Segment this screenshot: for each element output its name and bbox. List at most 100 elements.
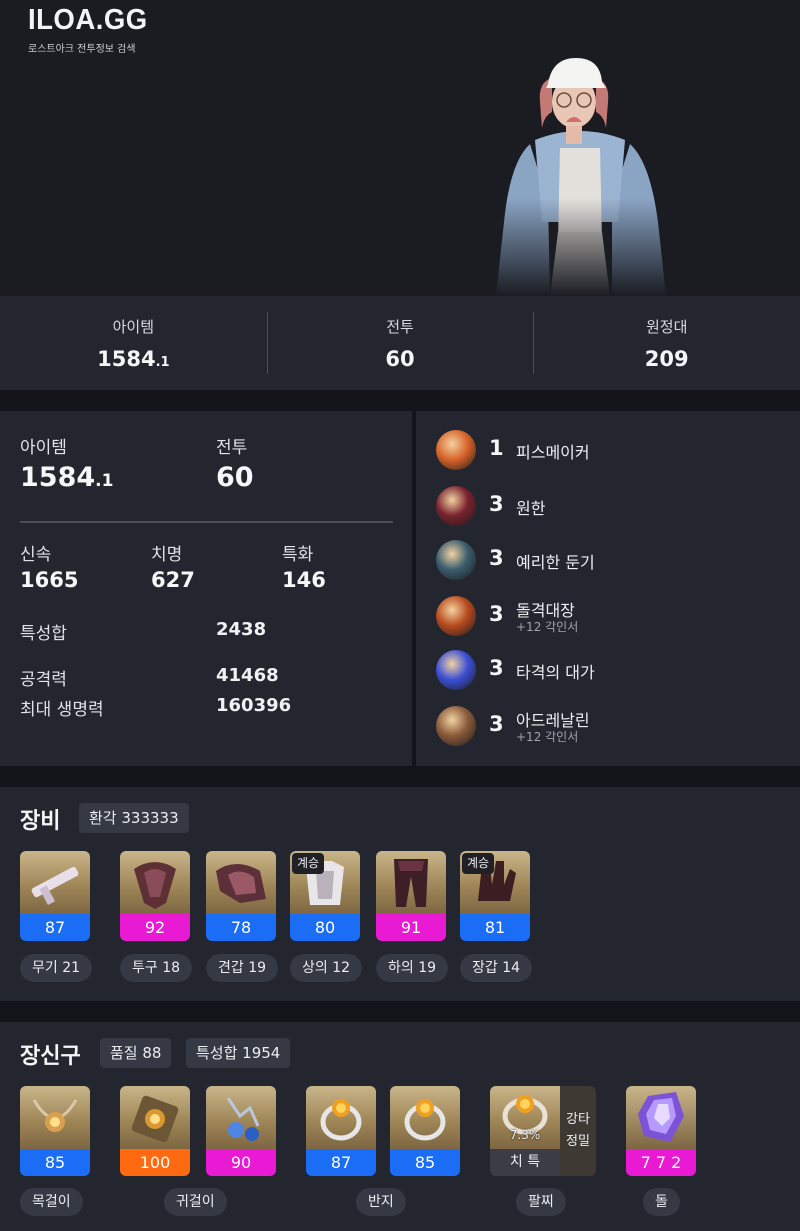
item-level-label: 아이템 bbox=[20, 438, 67, 458]
equipment-label: 무기 21 bbox=[20, 954, 93, 982]
summary-label: 전투 bbox=[386, 317, 414, 336]
bracelet-effect: 정밀 bbox=[566, 1134, 590, 1149]
accessory-card[interactable]: 85 bbox=[390, 1086, 460, 1176]
bracelet-percent: 7.3% bbox=[509, 1128, 541, 1142]
summary-item-level: 아이템 1584.1 bbox=[0, 296, 267, 390]
ring-label: 반지 bbox=[356, 1188, 406, 1216]
engraving-row[interactable]: 3 예리한 둔기 bbox=[436, 540, 776, 580]
site-logo[interactable]: ILOA.GG bbox=[28, 4, 148, 37]
site-tagline: 로스트아크 전투정보 검색 bbox=[28, 44, 136, 55]
swiftness-label: 신속 bbox=[20, 545, 52, 565]
engraving-row[interactable]: 1 피스메이커 bbox=[436, 430, 776, 470]
crit-value: 627 bbox=[151, 568, 195, 592]
engraving-name: 타격의 대가 bbox=[516, 663, 595, 682]
quality-bar: 85 bbox=[20, 1149, 90, 1176]
bracelet-effect: 강타 bbox=[566, 1112, 590, 1127]
equipment-card[interactable]: 92 bbox=[120, 851, 190, 941]
bracelet-card[interactable]: 7.3% 치 특 강타 정밀 bbox=[490, 1086, 596, 1176]
quality-bar: 85 bbox=[390, 1149, 460, 1176]
attack-power-value: 41468 bbox=[216, 665, 279, 686]
accessory-card[interactable]: 90 bbox=[206, 1086, 276, 1176]
grudge-icon bbox=[436, 486, 476, 526]
inherit-badge: 계승 bbox=[292, 853, 325, 874]
equipment-title: 장비 bbox=[20, 809, 61, 834]
engraving-row[interactable]: 3 아드레날린 +12 각인서 bbox=[436, 706, 776, 746]
stone-label: 돌 bbox=[643, 1188, 680, 1216]
quality-bar: 78 bbox=[206, 914, 276, 941]
engraving-level: 3 bbox=[489, 492, 504, 516]
engraving-book: +12 각인서 bbox=[516, 730, 579, 744]
transcend-chip: 환각 333333 bbox=[79, 803, 189, 833]
crit-label: 치명 bbox=[151, 545, 183, 565]
quality-bar: 81 bbox=[460, 914, 530, 941]
specialization-label: 특화 bbox=[282, 545, 314, 565]
summary-label: 원정대 bbox=[645, 317, 688, 336]
engraving-level: 1 bbox=[489, 436, 504, 460]
summary-label: 아이템 bbox=[112, 317, 155, 336]
summary-value: 60 bbox=[385, 346, 415, 371]
engraving-row[interactable]: 3 타격의 대가 bbox=[436, 650, 776, 690]
accessory-card[interactable]: 100 bbox=[120, 1086, 190, 1176]
helmet-icon bbox=[120, 851, 190, 914]
max-hp-value: 160396 bbox=[216, 695, 292, 716]
equipment-card[interactable]: 계승 81 bbox=[460, 851, 530, 941]
shoulder-icon bbox=[206, 851, 276, 914]
quality-chip: 품질 88 bbox=[100, 1038, 172, 1068]
engraving-level: 3 bbox=[489, 656, 504, 680]
character-avatar bbox=[490, 52, 670, 296]
equipment-label: 견갑 19 bbox=[206, 954, 279, 982]
master-of-strikes-icon bbox=[436, 650, 476, 690]
accessory-card[interactable]: 85 bbox=[20, 1086, 90, 1176]
ring-icon bbox=[390, 1086, 460, 1149]
necklace-label: 목걸이 bbox=[20, 1188, 83, 1216]
summary-combat-level: 전투 60 bbox=[266, 296, 534, 390]
necklace-icon bbox=[20, 1086, 90, 1149]
profile-hero: ILOA.GG 로스트아크 전투정보 검색 bbox=[0, 0, 800, 296]
summary-expedition-level: 원정대 209 bbox=[533, 296, 800, 390]
engraving-level: 3 bbox=[489, 602, 504, 626]
engraving-name: 피스메이커 bbox=[516, 443, 590, 462]
quality-bar: 80 bbox=[290, 914, 360, 941]
engraving-book: +12 각인서 bbox=[516, 620, 579, 634]
summary-bar: 아이템 1584.1 전투 60 원정대 209 bbox=[0, 296, 800, 390]
engraving-name: 원한 bbox=[516, 499, 546, 518]
quality-bar: 90 bbox=[206, 1149, 276, 1176]
max-hp-label: 최대 생명력 bbox=[20, 700, 104, 720]
equipment-card[interactable]: 78 bbox=[206, 851, 276, 941]
ability-stone-value: 7 7 2 bbox=[626, 1149, 696, 1176]
quality-bar: 87 bbox=[306, 1149, 376, 1176]
stats-divider bbox=[20, 521, 393, 523]
inherit-badge: 계승 bbox=[462, 853, 495, 874]
summary-value: 209 bbox=[644, 346, 689, 371]
equipment-label: 상의 12 bbox=[290, 954, 363, 982]
stat-total-label: 특성합 bbox=[20, 624, 67, 644]
quality-bar: 91 bbox=[376, 914, 446, 941]
combat-level-value: 60 bbox=[216, 462, 254, 493]
engraving-row[interactable]: 3 원한 bbox=[436, 486, 776, 526]
accessory-card[interactable]: 87 bbox=[306, 1086, 376, 1176]
keen-blunt-weapon-icon bbox=[436, 540, 476, 580]
quality-bar: 100 bbox=[120, 1149, 190, 1176]
equipment-card[interactable]: 87 bbox=[20, 851, 90, 941]
item-level-value: 1584.1 bbox=[20, 462, 114, 493]
engraving-level: 3 bbox=[489, 712, 504, 736]
earring-icon bbox=[206, 1086, 276, 1149]
earring-icon bbox=[120, 1086, 190, 1149]
equipment-label: 장갑 14 bbox=[460, 954, 533, 982]
quality-bar: 92 bbox=[120, 914, 190, 941]
combat-level-label: 전투 bbox=[216, 438, 248, 458]
pants-icon bbox=[376, 851, 446, 914]
engraving-level: 3 bbox=[489, 546, 504, 570]
weapon-icon bbox=[20, 851, 90, 914]
specialization-value: 146 bbox=[282, 568, 326, 592]
ability-stone-icon bbox=[626, 1086, 696, 1149]
summary-value: 1584.1 bbox=[97, 346, 170, 371]
adrenaline-icon bbox=[436, 706, 476, 746]
equipment-card[interactable]: 계승 80 bbox=[290, 851, 360, 941]
stat-total-chip: 특성합 1954 bbox=[186, 1038, 291, 1068]
equipment-card[interactable]: 91 bbox=[376, 851, 446, 941]
engraving-row[interactable]: 3 돌격대장 +12 각인서 bbox=[436, 596, 776, 636]
equipment-label: 투구 18 bbox=[120, 954, 193, 982]
ability-stone-card[interactable]: 7 7 2 bbox=[626, 1086, 696, 1176]
bracelet-effects: 강타 정밀 bbox=[560, 1086, 596, 1176]
